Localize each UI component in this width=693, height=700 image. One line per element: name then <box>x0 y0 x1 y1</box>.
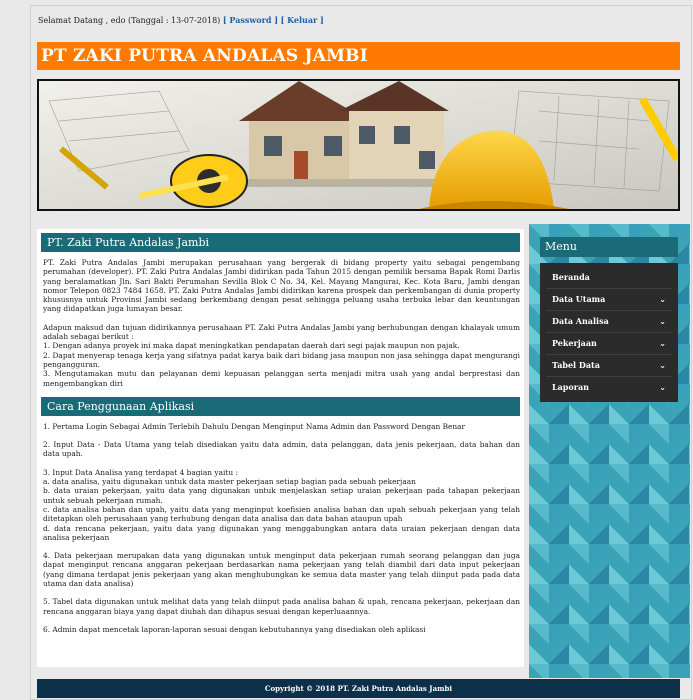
usage-step-6: 6. Admin dapat mencetak laporan-laporan … <box>43 624 426 634</box>
purpose-item-3: 3. Mengutamakan mutu dan pelayanan demi … <box>43 369 520 388</box>
password-link[interactable]: [ Password ] <box>223 15 278 25</box>
menu-item-label: Laporan <box>552 382 589 392</box>
chevron-down-icon: ⌄ <box>659 295 666 304</box>
menu-item-beranda[interactable]: Beranda <box>546 267 672 289</box>
usage-step-5: 5. Tabel data digunakan untuk melihat da… <box>43 597 520 616</box>
usage-step-3b: b. data uraian pekerjaan, yaitu data yan… <box>43 486 520 505</box>
menu-item-pekerjaan[interactable]: Pekerjaan ⌄ <box>546 333 672 355</box>
purpose-item-2: 2. Dapat menyerap tenaga kerja yang sifa… <box>43 350 520 369</box>
about-heading: PT. Zaki Putra Andalas Jambi <box>41 233 520 252</box>
usage-step-4: 4. Data pekerjaan merupakan data yang di… <box>43 551 520 589</box>
usage-step-3d: d. data rencana pekerjaan, yaitu data ya… <box>43 523 520 542</box>
purpose-intro: Adapun maksud dan tujuan didirikannya pe… <box>43 322 520 342</box>
usage-step-3c: c. data analisa bahan dan upah, yaitu da… <box>43 504 520 524</box>
usage-step-6-block: 6. Admin dapat mencetak laporan-laporan … <box>43 625 520 634</box>
menu-item-tabel-data[interactable]: Tabel Data ⌄ <box>546 355 672 377</box>
chevron-down-icon: ⌄ <box>659 339 666 348</box>
welcome-text: Selamat Datang , edo (Tanggal : 13-07-20… <box>38 16 221 25</box>
footer-copyright: Copyright © 2018 PT. Zaki Putra Andalas … <box>37 679 680 698</box>
purpose-text: Adapun maksud dan tujuan didirikannya pe… <box>43 323 520 388</box>
usage-step-3-block: 3. Input Data Analisa yang terdapat 4 ba… <box>43 468 520 542</box>
menu-list: Beranda Data Utama ⌄ Data Analisa ⌄ Peke… <box>540 263 678 402</box>
usage-step-1: 1. Pertama Login Sebagai Admin Terlebih … <box>43 421 466 431</box>
chevron-down-icon: ⌄ <box>659 317 666 326</box>
usage-step-4-block: 4. Data pekerjaan merupakan data yang di… <box>43 551 520 588</box>
logout-link[interactable]: [ Keluar ] <box>281 15 324 25</box>
purpose-item-1: 1. Dengan adanya proyek ini maka dapat m… <box>43 341 460 351</box>
menu-item-data-utama[interactable]: Data Utama ⌄ <box>546 289 672 311</box>
menu-item-label: Data Analisa <box>552 316 609 326</box>
usage-step-5-block: 5. Tabel data digunakan untuk melihat da… <box>43 597 520 616</box>
menu-item-label: Pekerjaan <box>552 338 597 348</box>
welcome-bar: Selamat Datang , edo (Tanggal : 13-07-20… <box>38 15 324 25</box>
about-intro: PT. Zaki Putra Andalas Jambi merupakan p… <box>43 258 520 314</box>
sidebar: Menu Beranda Data Utama ⌄ Data Analisa ⌄… <box>540 237 678 402</box>
menu-item-label: Data Utama <box>552 294 606 304</box>
chevron-down-icon: ⌄ <box>659 383 666 392</box>
usage-step-2: 2. Input Data - Data Utama yang telah di… <box>43 440 520 459</box>
menu-item-label: Beranda <box>552 272 590 282</box>
usage-step-3: 3. Input Data Analisa yang terdapat 4 ba… <box>43 467 238 477</box>
usage-heading: Cara Penggunaan Aplikasi <box>41 396 520 416</box>
site-title: PT ZAKI PUTRA ANDALAS JAMBI <box>37 42 680 70</box>
usage-step-3a: a. data analisa, yaitu digunakan untuk d… <box>43 477 416 487</box>
menu-item-laporan[interactable]: Laporan ⌄ <box>546 377 672 398</box>
header-banner-image <box>37 79 680 211</box>
menu-item-label: Tabel Data <box>552 360 600 370</box>
usage-step-1-block: 1. Pertama Login Sebagai Admin Terlebih … <box>43 422 520 431</box>
menu-item-data-analisa[interactable]: Data Analisa ⌄ <box>546 311 672 333</box>
usage-step-2-block: 2. Input Data - Data Utama yang telah di… <box>43 440 520 459</box>
content-panel: PT. Zaki Putra Andalas Jambi PT. Zaki Pu… <box>37 229 524 667</box>
menu-heading: Menu <box>540 237 678 257</box>
about-text: PT. Zaki Putra Andalas Jambi merupakan p… <box>43 258 520 314</box>
chevron-down-icon: ⌄ <box>659 361 666 370</box>
